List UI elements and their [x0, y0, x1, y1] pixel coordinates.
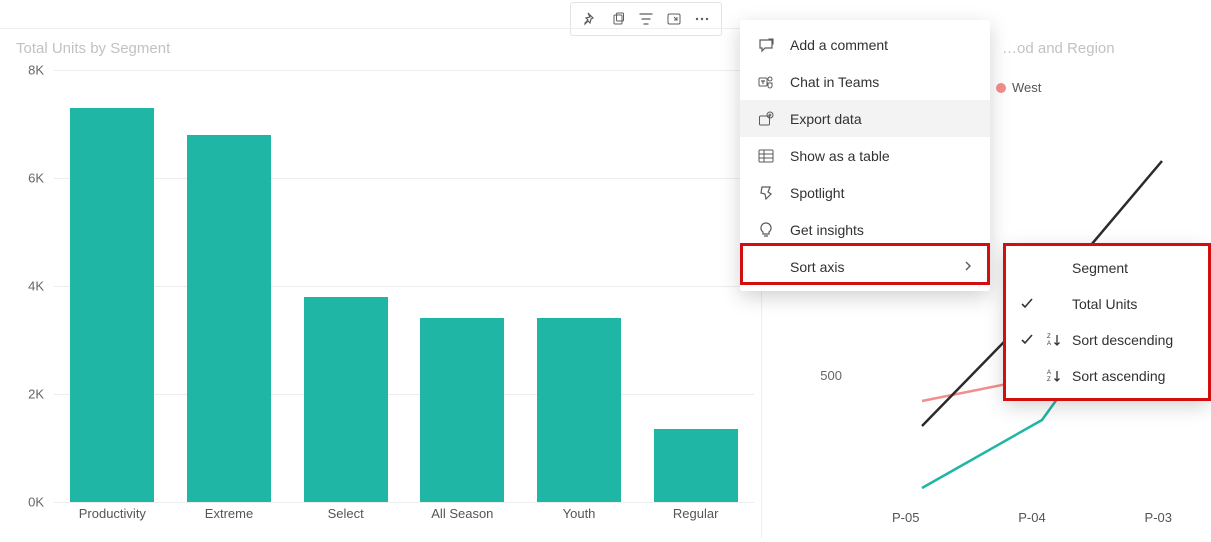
x-tick-label: Extreme — [171, 506, 288, 530]
copy-icon[interactable] — [609, 10, 627, 28]
sort-option-segment[interactable]: Segment — [1004, 250, 1209, 286]
export-icon — [756, 109, 776, 129]
bar-slot — [637, 70, 754, 502]
pin-icon[interactable] — [581, 10, 599, 28]
menu-item-label: Show as a table — [790, 148, 890, 164]
spotlight-icon — [756, 183, 776, 203]
bar-productivity[interactable] — [70, 108, 154, 502]
more-options-icon[interactable] — [693, 10, 711, 28]
bar-slot — [404, 70, 521, 502]
menu-item-label: Sort axis — [790, 259, 844, 275]
menu-item-label: Spotlight — [790, 185, 844, 201]
line-x-axis-labels: P-05 P-04 P-03 — [892, 510, 1172, 525]
blank-icon — [756, 257, 776, 277]
y-tick-label: 4K — [14, 279, 44, 294]
submenu-item-label: Total Units — [1072, 296, 1137, 312]
sort-option-total-units[interactable]: Total Units — [1004, 286, 1209, 322]
comment-icon — [756, 35, 776, 55]
svg-text:Z: Z — [1047, 377, 1051, 383]
menu-item-export-data[interactable]: Export data — [740, 100, 990, 137]
menu-item-get-insights[interactable]: Get insights — [740, 211, 990, 248]
checkmark-icon — [1018, 333, 1036, 347]
sort-option-ascending[interactable]: AZ Sort ascending — [1004, 358, 1209, 394]
legend-dot-icon — [996, 83, 1006, 93]
sort-descending-icon: ZA — [1044, 332, 1064, 348]
filter-icon[interactable] — [637, 10, 655, 28]
y-tick-label: 6K — [14, 171, 44, 186]
bar-plot-area — [54, 70, 754, 502]
svg-text:A: A — [1047, 370, 1051, 376]
x-tick-label: P-05 — [892, 510, 919, 525]
chevron-right-icon — [962, 259, 974, 275]
x-tick-label: Productivity — [54, 506, 171, 530]
x-tick-label: Regular — [637, 506, 754, 530]
bar-all-season[interactable] — [420, 318, 504, 502]
submenu-item-label: Sort descending — [1072, 332, 1173, 348]
x-tick-label: P-03 — [1145, 510, 1172, 525]
checkmark-icon — [1018, 297, 1036, 311]
bar-slot — [171, 70, 288, 502]
y-tick-label: 8K — [14, 63, 44, 78]
sort-option-descending[interactable]: ZA Sort descending — [1004, 322, 1209, 358]
bar-slot — [521, 70, 638, 502]
menu-item-label: Export data — [790, 111, 862, 127]
y-tick-label: 500 — [802, 368, 842, 383]
menu-item-label: Get insights — [790, 222, 864, 238]
menu-item-label: Add a comment — [790, 37, 888, 53]
sort-ascending-icon: AZ — [1044, 368, 1064, 384]
lightbulb-icon — [756, 220, 776, 240]
menu-item-label: Chat in Teams — [790, 74, 879, 90]
legend-label: West — [1012, 80, 1041, 95]
bar-regular[interactable] — [654, 429, 738, 502]
line-chart-title: …od and Region — [1002, 40, 1115, 57]
x-tick-label: P-04 — [1018, 510, 1045, 525]
bar-extreme[interactable] — [187, 135, 271, 502]
submenu-item-label: Segment — [1072, 260, 1128, 276]
x-tick-label: All Season — [404, 506, 521, 530]
table-icon — [756, 146, 776, 166]
submenu-item-label: Sort ascending — [1072, 368, 1165, 384]
menu-item-spotlight[interactable]: Spotlight — [740, 174, 990, 211]
menu-item-show-as-table[interactable]: Show as a table — [740, 137, 990, 174]
y-tick-label: 2K — [14, 387, 44, 402]
legend-item-west[interactable]: West — [996, 80, 1041, 95]
bar-youth[interactable] — [537, 318, 621, 502]
x-tick-label: Youth — [521, 506, 638, 530]
menu-item-add-comment[interactable]: Add a comment — [740, 26, 990, 63]
visual-context-menu: Add a comment Chat in Teams Export data … — [740, 20, 990, 291]
sort-axis-submenu: Segment Total Units ZA Sort descending A… — [1004, 244, 1209, 400]
teams-icon — [756, 72, 776, 92]
bar-chart-title: Total Units by Segment — [16, 40, 170, 57]
bar-slot — [287, 70, 404, 502]
line-chart-legend: West — [996, 80, 1041, 95]
svg-text:Z: Z — [1047, 334, 1051, 340]
menu-item-chat-in-teams[interactable]: Chat in Teams — [740, 63, 990, 100]
bar-select[interactable] — [304, 297, 388, 502]
gridline — [54, 502, 754, 503]
menu-item-sort-axis[interactable]: Sort axis — [740, 248, 990, 285]
focus-mode-icon[interactable] — [665, 10, 683, 28]
svg-text:A: A — [1047, 341, 1051, 347]
bar-slot — [54, 70, 171, 502]
x-tick-label: Select — [287, 506, 404, 530]
x-axis-labels: Productivity Extreme Select All Season Y… — [54, 506, 754, 530]
y-tick-label: 0K — [14, 495, 44, 510]
bar-chart: 8K 6K 4K 2K 0K Productivity Extreme Sele… — [14, 70, 754, 530]
